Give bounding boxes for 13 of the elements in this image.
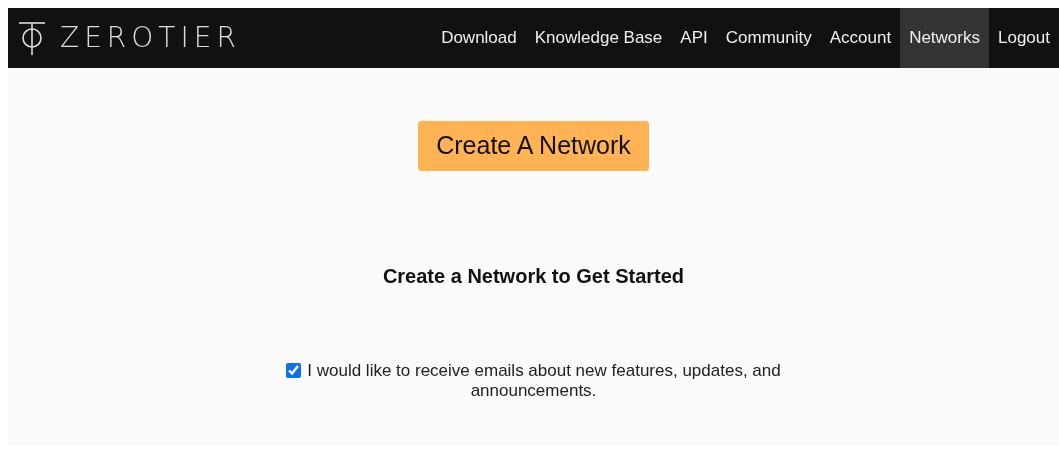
heading: Create a Network to Get Started [381,263,686,289]
nav-link[interactable]: Community [716,8,821,68]
nav-link[interactable]: API [671,8,717,68]
nav-link[interactable]: Networks [900,8,989,68]
nav-link[interactable]: Account [820,8,901,68]
newsletter-checkbox[interactable] [286,362,302,378]
newsletter-label: I would like to receive emails about new features, updates, and announcements. [307,360,781,400]
nav-link[interactable]: Knowledge Base [525,8,672,68]
create-network-button[interactable]: Create A Network [418,121,649,171]
nav-link[interactable]: Download [432,8,526,68]
brand-name: ZEROTIER [60,20,241,56]
logo-icon [18,21,46,55]
nav-link[interactable]: Logout [989,8,1059,68]
